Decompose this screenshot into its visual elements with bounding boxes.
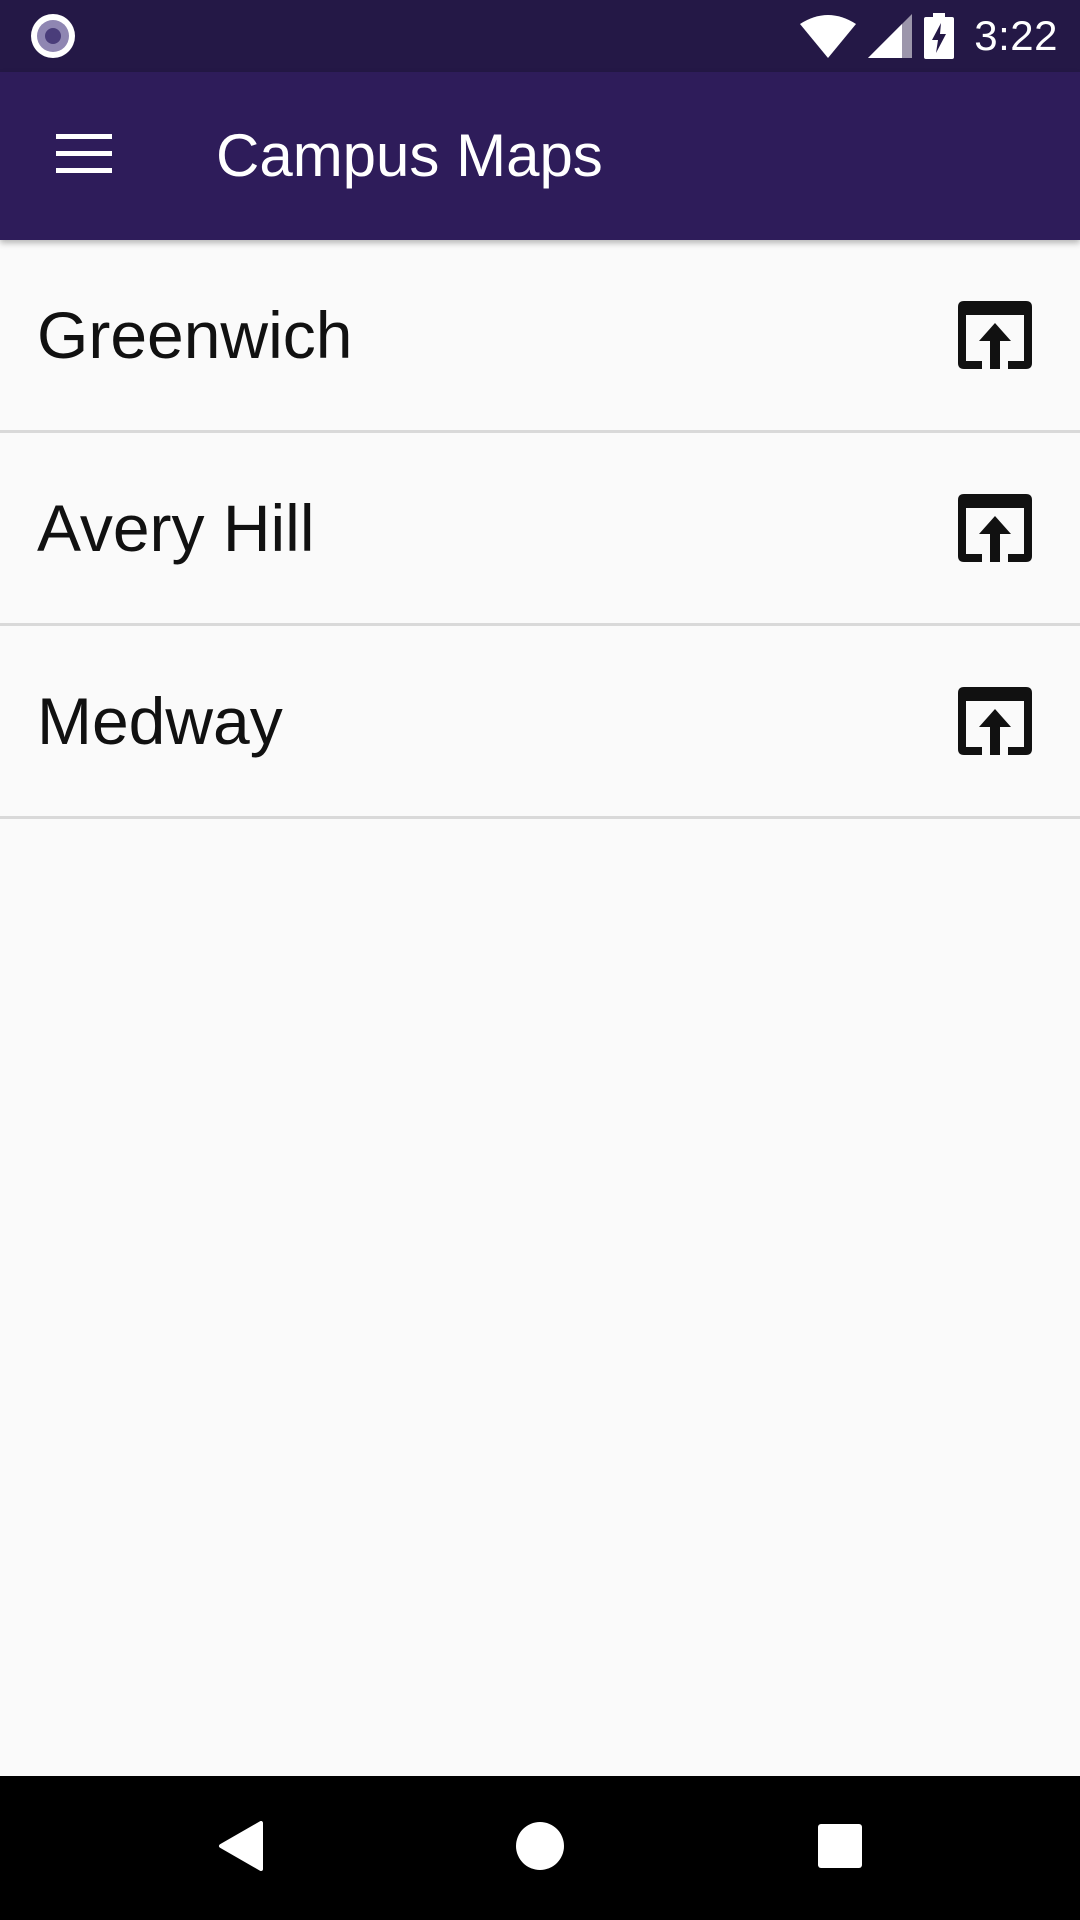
home-button[interactable] [470,1776,610,1920]
page-title: Campus Maps [216,122,603,189]
wifi-icon [800,14,857,58]
recents-icon [817,1823,863,1874]
back-button[interactable] [170,1776,310,1920]
screen: 3:22 Campus Maps Greenwich Avery Hill Me… [0,0,1080,1920]
cellular-signal-icon [868,14,913,58]
status-icons: 3:22 [788,10,1058,62]
list-item-label: Medway [37,684,283,758]
back-icon [217,1820,263,1876]
open-in-new-icon[interactable] [958,301,1032,369]
status-bar: 3:22 [0,0,1080,72]
list-item-greenwich[interactable]: Greenwich [0,240,1080,433]
notification-dot-icon [31,14,75,58]
app-bar: Campus Maps [0,72,1080,240]
list-item-medway[interactable]: Medway [0,626,1080,819]
hamburger-menu-icon [56,133,112,179]
menu-button[interactable] [44,116,124,196]
open-in-new-icon[interactable] [958,494,1032,562]
battery-charging-icon [924,13,955,59]
home-icon [515,1821,565,1876]
list-item-label: Greenwich [37,298,353,372]
navigation-bar [0,1776,1080,1920]
list-item-avery-hill[interactable]: Avery Hill [0,433,1080,626]
recents-button[interactable] [770,1776,910,1920]
status-time: 3:22 [974,12,1058,59]
campus-list: Greenwich Avery Hill Medway [0,240,1080,819]
list-item-label: Avery Hill [37,491,315,565]
open-in-new-icon[interactable] [958,687,1032,755]
